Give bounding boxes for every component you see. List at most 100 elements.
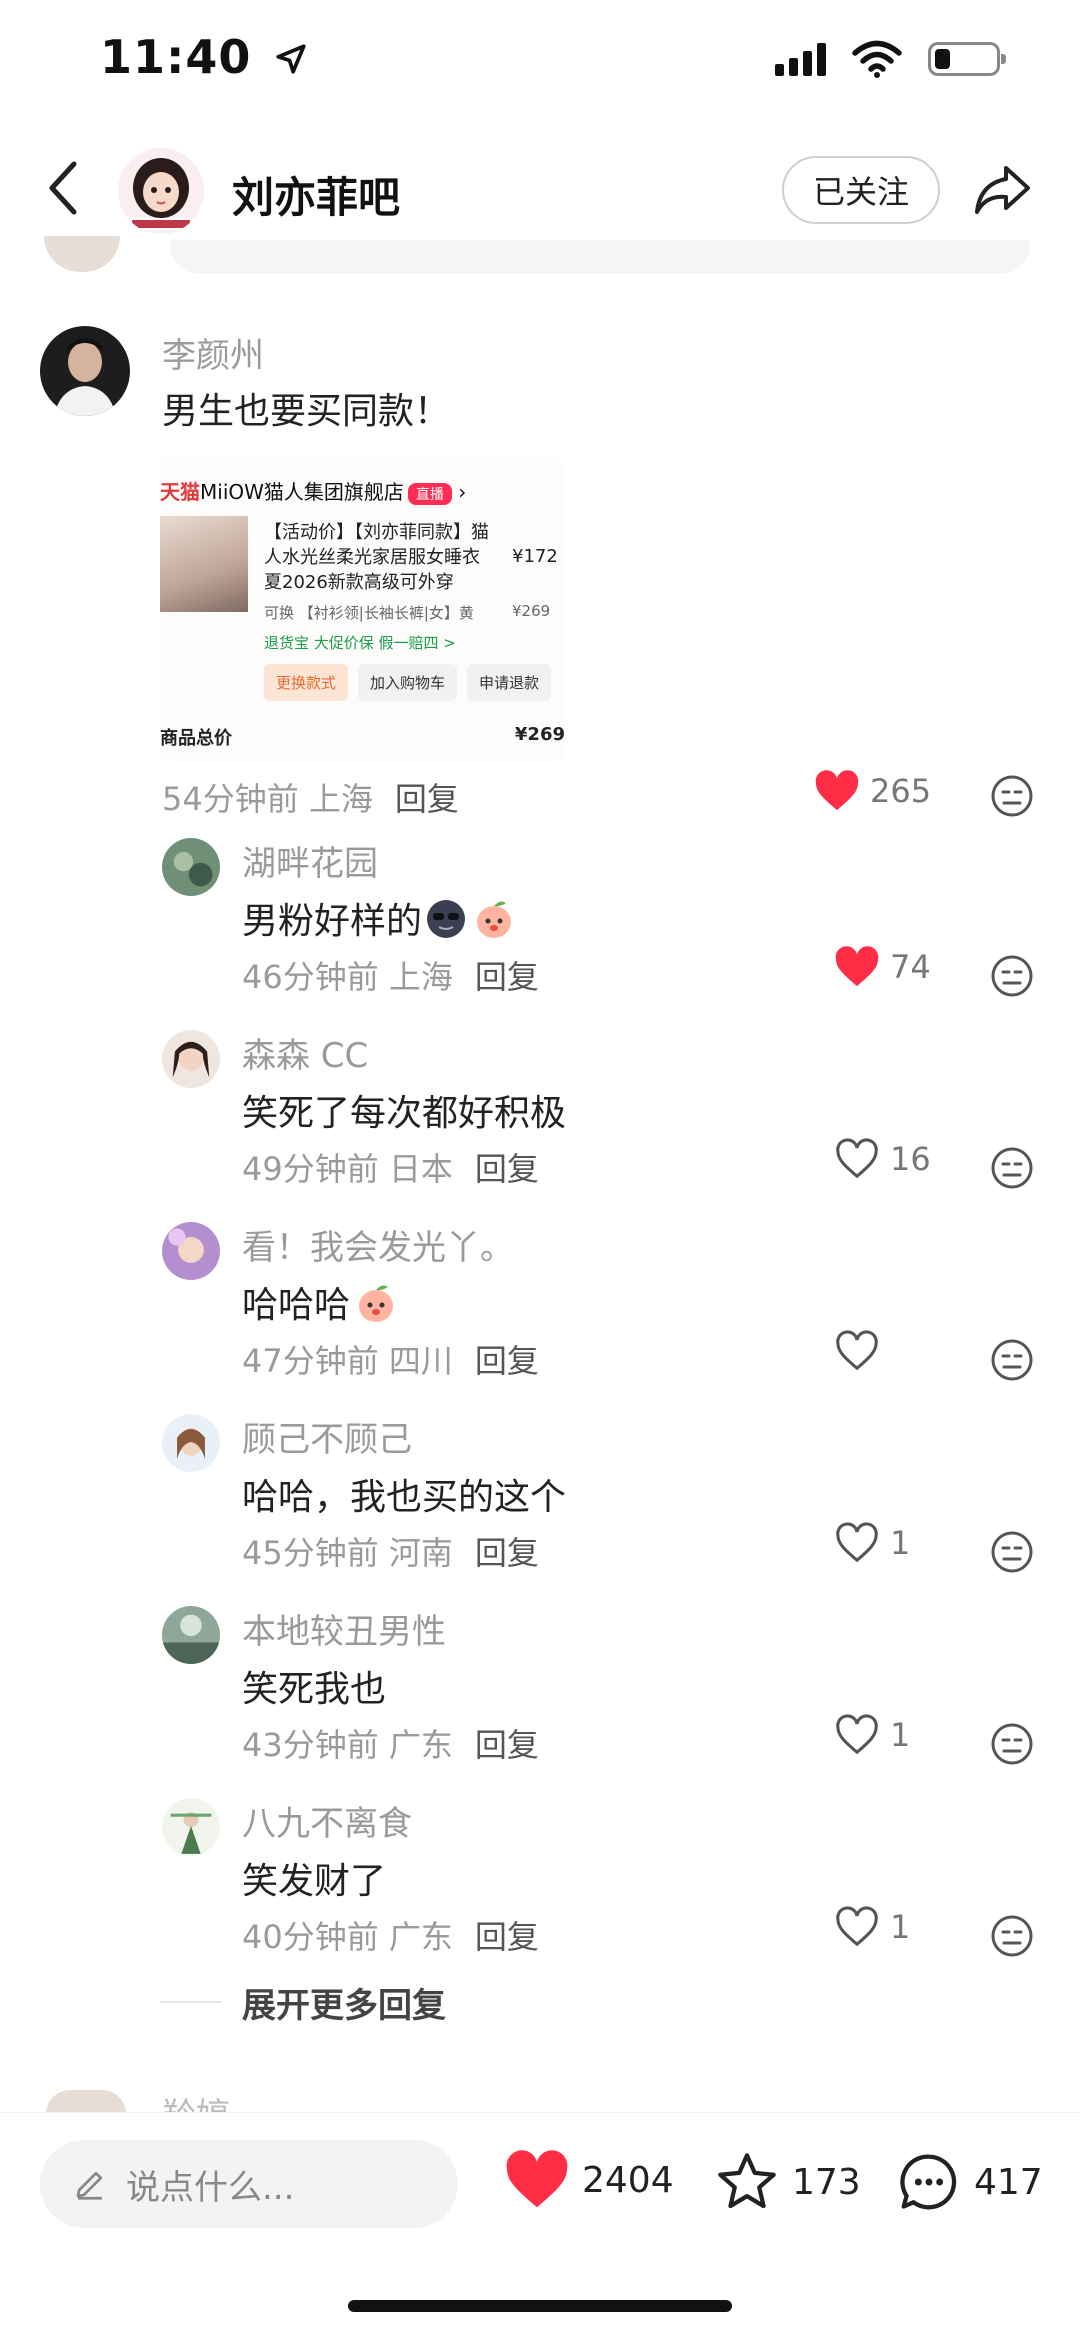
heart-outline-icon xyxy=(836,1522,878,1563)
status-indicators xyxy=(775,40,1006,78)
change-style-button: 更换款式 xyxy=(264,664,349,701)
star-icon xyxy=(718,2153,776,2209)
reply-button[interactable]: 回复 xyxy=(475,1918,539,1956)
like-button[interactable]: 1 xyxy=(834,1906,910,1948)
follow-button[interactable]: 已关注 xyxy=(782,156,940,224)
user-photo-icon xyxy=(162,1798,220,1856)
comment-input[interactable]: 说点什么... xyxy=(40,2140,458,2228)
comment-author[interactable]: 李颜州 xyxy=(162,328,264,377)
reply-meta: 40分钟前 广东 回复 xyxy=(242,1912,539,1958)
reply-button[interactable]: 回复 xyxy=(475,1150,539,1188)
reply-location: 四川 xyxy=(388,1342,453,1380)
dislike-face-icon[interactable] xyxy=(990,1722,1034,1766)
reply-author[interactable]: 八九不离食 xyxy=(242,1796,412,1845)
like-button[interactable]: 1 xyxy=(834,1714,910,1756)
user-photo-icon xyxy=(40,326,130,416)
total-price: ¥269 xyxy=(514,724,565,745)
reply-button[interactable]: 回复 xyxy=(475,958,539,996)
reply-author[interactable]: 森森 CC xyxy=(242,1028,368,1077)
user-photo-icon xyxy=(162,1414,220,1472)
clock-text: 11:40 xyxy=(100,30,252,84)
dislike-face-icon[interactable] xyxy=(990,1338,1034,1382)
store-name: MiiOW猫人集团旗舰店 xyxy=(200,480,404,504)
reply-time: 47分钟前 xyxy=(242,1342,379,1380)
product-screenshot[interactable]: 天猫MiiOW猫人集团旗舰店 直播 › 【活动价】【刘亦菲同款】猫人水光丝柔光家居… xyxy=(160,456,565,762)
dislike-face-icon[interactable] xyxy=(990,954,1034,998)
post-like-button[interactable]: 2404 xyxy=(504,2150,674,2210)
reply-button[interactable]: 回复 xyxy=(395,780,459,818)
post-like-count: 2404 xyxy=(582,2159,674,2201)
dislike-face-icon[interactable] xyxy=(990,1914,1034,1958)
service-tags: 退货宝 大促价保 假一赔四 > xyxy=(264,634,456,652)
avatar[interactable] xyxy=(162,1030,220,1088)
add-cart-button: 加入购物车 xyxy=(358,664,458,701)
product-image xyxy=(160,516,248,612)
next-comment-avatar xyxy=(46,2090,126,2114)
reply-text: 男粉好样的 xyxy=(242,892,516,944)
dislike-face-icon[interactable] xyxy=(990,1530,1034,1574)
forum-logo-icon xyxy=(118,148,204,234)
avatar[interactable] xyxy=(162,1798,220,1856)
avatar[interactable] xyxy=(40,326,130,416)
forum-title: 刘亦菲吧 xyxy=(232,173,401,222)
heart-outline-icon xyxy=(836,1714,878,1755)
like-button[interactable]: 74 xyxy=(834,946,931,988)
avatar[interactable] xyxy=(162,838,220,896)
reply-time: 46分钟前 xyxy=(242,958,379,996)
reply-time: 45分钟前 xyxy=(242,1534,379,1572)
user-photo-icon xyxy=(162,1222,220,1280)
like-button[interactable]: 265 xyxy=(814,770,931,812)
reply-author[interactable]: 顾己不顾己 xyxy=(242,1412,412,1461)
pencil-icon xyxy=(76,2171,103,2200)
like-button[interactable]: 16 xyxy=(834,1138,931,1180)
post-star-button[interactable]: 173 xyxy=(714,2150,861,2214)
reply-location: 广东 xyxy=(388,1918,453,1956)
reply-time: 49分钟前 xyxy=(242,1150,379,1188)
reply-author[interactable]: 湖畔花园 xyxy=(242,836,378,885)
spec-text: 【衬衫领|长袖长裤|女】黄 xyxy=(298,604,474,622)
forum-avatar[interactable] xyxy=(118,148,204,234)
avatar[interactable] xyxy=(162,1222,220,1280)
comment-time: 54分钟前 xyxy=(162,780,299,818)
previous-comment-card xyxy=(170,240,1030,274)
reply-location: 日本 xyxy=(388,1150,453,1188)
reply-time: 43分钟前 xyxy=(242,1726,379,1764)
reply-meta: 43分钟前 广东 回复 xyxy=(242,1720,539,1766)
reply-text-content: 笑死我也 xyxy=(242,1669,387,1710)
store-line: 天猫MiiOW猫人集团旗舰店 直播 › xyxy=(160,480,467,505)
reply-text: 笑发财了 xyxy=(242,1852,386,1904)
reply-button[interactable]: 回复 xyxy=(475,1726,539,1764)
dislike-face-icon[interactable] xyxy=(990,774,1034,818)
refund-button: 申请退款 xyxy=(467,664,552,701)
heart-outline-icon xyxy=(836,1330,878,1371)
live-badge: 直播 xyxy=(407,483,452,505)
user-photo-icon xyxy=(162,838,220,896)
reply-button[interactable]: 回复 xyxy=(475,1342,539,1380)
expand-divider xyxy=(160,2001,222,2003)
reply-button[interactable]: 回复 xyxy=(475,1534,539,1572)
like-button[interactable] xyxy=(834,1330,890,1372)
like-count: 16 xyxy=(890,1140,931,1178)
post-comment-button[interactable]: 417 xyxy=(896,2150,1043,2214)
location-arrow-icon xyxy=(276,44,307,74)
avatar[interactable] xyxy=(162,1414,220,1472)
reply-author[interactable]: 看！我会发光丫。 xyxy=(242,1220,514,1269)
input-placeholder: 说点什么... xyxy=(126,2167,295,2208)
like-count: 1 xyxy=(890,1524,911,1562)
comment-bubble-icon xyxy=(900,2154,957,2210)
expand-more-replies[interactable]: 展开更多回复 xyxy=(242,1978,446,2027)
home-indicator xyxy=(348,2300,732,2312)
reply-author[interactable]: 本地较丑男性 xyxy=(242,1604,446,1653)
battery-icon xyxy=(928,42,1006,76)
dislike-face-icon[interactable] xyxy=(990,1146,1034,1190)
heart-filled-icon xyxy=(815,770,859,811)
reply-text: 笑死我也 xyxy=(242,1660,386,1712)
share-icon[interactable] xyxy=(972,162,1032,218)
avatar[interactable] xyxy=(162,1606,220,1664)
back-arrow-icon[interactable] xyxy=(44,158,80,218)
reply-text: 哈哈，我也买的这个 xyxy=(242,1468,566,1520)
comment-text: 男生也要买同款！ xyxy=(162,391,451,432)
heart-outline-icon xyxy=(836,1906,878,1947)
like-button[interactable]: 1 xyxy=(834,1522,910,1564)
reply-text-content: 哈哈哈 xyxy=(242,1285,351,1326)
